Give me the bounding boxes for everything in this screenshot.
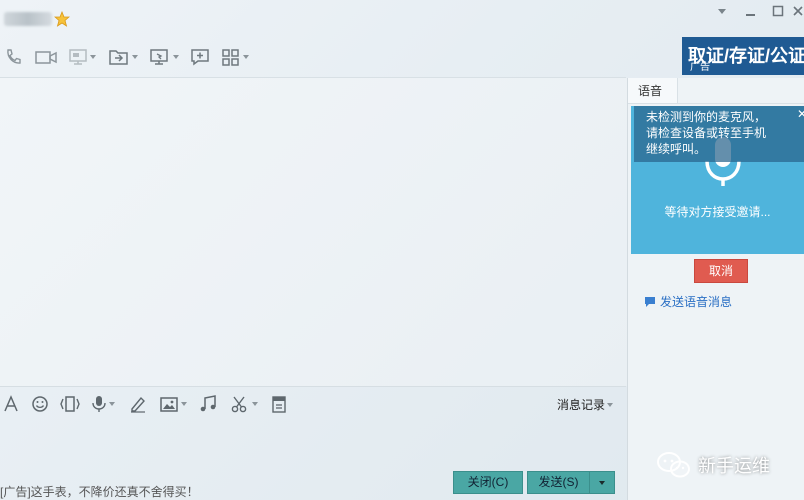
divider bbox=[678, 103, 804, 104]
title-bar bbox=[0, 0, 804, 36]
contact-name bbox=[4, 12, 52, 26]
wechat-icon bbox=[657, 452, 690, 478]
file-transfer-icon[interactable] bbox=[108, 42, 138, 72]
chevron-down-icon bbox=[181, 402, 187, 406]
send-voice-message-link[interactable]: 发送语音消息 bbox=[644, 293, 732, 310]
music-icon[interactable] bbox=[199, 394, 217, 414]
chat-toolbar bbox=[0, 42, 626, 72]
font-icon[interactable] bbox=[2, 394, 20, 414]
handwriting-icon[interactable] bbox=[129, 394, 147, 414]
close-warning-icon[interactable]: ✕ bbox=[797, 107, 804, 121]
video-icon[interactable] bbox=[34, 42, 58, 72]
screen-share-icon[interactable] bbox=[68, 42, 96, 72]
warning-line: 继续呼叫。 bbox=[646, 142, 707, 156]
cancel-button[interactable]: 取消 bbox=[694, 259, 748, 283]
divider bbox=[0, 386, 626, 387]
ad-tag: 广告 bbox=[690, 62, 710, 73]
history-label: 消息记录 bbox=[557, 398, 606, 412]
chevron-down-icon bbox=[243, 55, 249, 59]
voice-icon[interactable] bbox=[91, 394, 115, 414]
phone-icon[interactable] bbox=[3, 42, 23, 72]
tab-voice[interactable]: 语音 bbox=[628, 78, 678, 104]
message-area[interactable] bbox=[0, 78, 627, 386]
screenshot-icon[interactable] bbox=[230, 394, 258, 414]
divider bbox=[627, 78, 628, 500]
chevron-down-icon bbox=[173, 55, 179, 59]
send-voice-label: 发送语音消息 bbox=[660, 295, 733, 309]
maximize-icon[interactable] bbox=[767, 2, 789, 20]
add-chat-icon[interactable] bbox=[190, 42, 210, 72]
footer-ad-text[interactable]: [广告]这手表，不降价还真不舍得买！ bbox=[0, 483, 199, 500]
chevron-down-icon bbox=[252, 402, 258, 406]
chevron-down-icon bbox=[599, 480, 605, 485]
warning-line: 请检查设备或转至手机 bbox=[646, 126, 767, 140]
chat-bubble-icon bbox=[645, 296, 655, 307]
chevron-down-icon bbox=[607, 402, 614, 407]
watermark: 新手运维 bbox=[656, 450, 770, 480]
shake-icon[interactable] bbox=[59, 394, 81, 414]
star-icon[interactable] bbox=[53, 10, 71, 27]
microphone-warning: 未检测到你的麦克风， 请检查设备或转至手机 继续呼叫。 bbox=[634, 106, 804, 162]
minimize-icon[interactable] bbox=[739, 2, 761, 20]
chevron-down-icon bbox=[90, 55, 96, 59]
watermark-text: 新手运维 bbox=[698, 456, 770, 476]
message-history-button[interactable]: 消息记录 bbox=[557, 396, 614, 413]
close-icon[interactable] bbox=[787, 2, 804, 20]
remote-desktop-icon[interactable] bbox=[149, 42, 179, 72]
image-icon[interactable] bbox=[159, 394, 187, 414]
dropdown-icon[interactable] bbox=[711, 2, 733, 20]
clipboard-icon[interactable] bbox=[270, 394, 288, 414]
apps-icon[interactable] bbox=[221, 42, 249, 72]
send-button[interactable]: 发送(S) bbox=[527, 471, 589, 494]
chevron-down-icon bbox=[132, 55, 138, 59]
waiting-status: 等待对方接受邀请... bbox=[664, 205, 771, 219]
chevron-down-icon bbox=[109, 402, 115, 406]
close-button[interactable]: 关闭(C) bbox=[453, 471, 523, 494]
emoji-icon[interactable] bbox=[31, 394, 49, 414]
send-options-button[interactable] bbox=[589, 471, 615, 494]
warning-line: 未检测到你的麦克风， bbox=[646, 110, 767, 124]
